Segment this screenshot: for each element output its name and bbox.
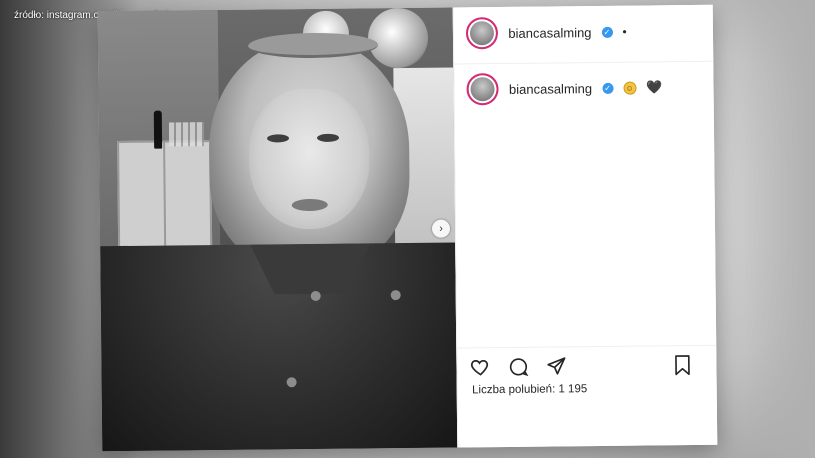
photo-jacket-button: [390, 290, 401, 301]
caption-row: biancasalming ✓ ☺ 🖤: [466, 71, 663, 106]
post-actions: [470, 355, 568, 378]
photo-lamp: [368, 7, 429, 69]
chevron-right-icon: ›: [439, 222, 443, 235]
paper-plane-icon[interactable]: [546, 355, 568, 377]
photo-glasses: [168, 122, 205, 147]
photo-bottle: [153, 110, 163, 149]
caption-username[interactable]: biancasalming: [509, 81, 592, 97]
verified-badge-icon: ✓: [602, 82, 614, 94]
carousel-next-button[interactable]: ›: [431, 219, 451, 238]
likes-count[interactable]: Liczba polubień: 1 195: [472, 383, 587, 396]
photo-jacket-button: [286, 377, 297, 388]
bookmark-icon[interactable]: [672, 354, 694, 376]
black-heart-emoji-icon: 🖤: [645, 79, 663, 95]
author-username[interactable]: biancasalming: [508, 25, 591, 41]
post-sidebar: biancasalming ✓ • biancasalming ✓ ☺ 🖤 Li…: [453, 4, 718, 448]
instagram-post: › biancasalming ✓ • biancasalming ✓ ☺ 🖤: [97, 4, 718, 452]
comment-bubble-icon[interactable]: [508, 356, 530, 378]
verified-badge-icon: ✓: [601, 26, 613, 38]
header-dot: •: [622, 24, 627, 39]
smiling-face-emoji-icon: ☺: [623, 81, 637, 95]
caption-avatar[interactable]: [466, 73, 500, 106]
divider: [454, 60, 714, 65]
heart-outline-icon[interactable]: [470, 356, 492, 378]
post-photo: ›: [97, 7, 458, 452]
post-header: biancasalming ✓ •: [466, 16, 627, 50]
photo-jacket-button: [310, 290, 321, 302]
divider: [457, 344, 717, 349]
avatar[interactable]: [466, 17, 499, 50]
